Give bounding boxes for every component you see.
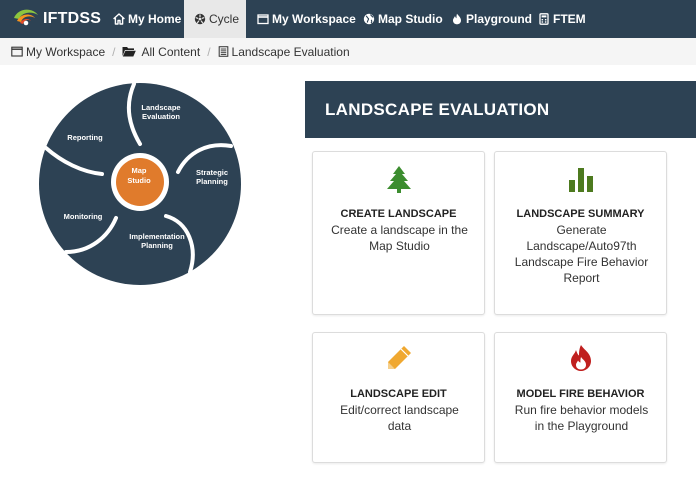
breadcrumb-label: My Workspace — [26, 44, 106, 59]
page-title: LANDSCAPE EVALUATION — [325, 99, 550, 119]
cycle-segment-reporting[interactable]: Reporting — [60, 133, 110, 142]
globe-icon — [362, 13, 375, 26]
card-create-landscape[interactable]: CREATE LANDSCAPE Create a landscape in t… — [312, 151, 485, 315]
card-title: MODEL FIRE BEHAVIOR — [516, 388, 645, 400]
card-description: Edit/correct landscape data — [340, 403, 459, 433]
nav-label: Map Studio — [378, 12, 443, 26]
card-description: Generate Landscape/Auto97th Landscape Fi… — [514, 223, 649, 285]
bar-chart-icon — [495, 164, 666, 196]
nav-map-studio[interactable]: Map Studio — [362, 0, 443, 38]
folder-open-icon — [122, 47, 137, 57]
brand-name: IFTDSS — [43, 10, 102, 27]
card-title: LANDSCAPE EDIT — [350, 388, 447, 400]
nav-label: FTEM — [553, 12, 586, 26]
breadcrumb-label: All Content — [141, 44, 201, 59]
nav-my-home[interactable]: My Home — [112, 0, 181, 38]
nav-label: Playground — [466, 12, 533, 26]
cycle-segment-landscape-evaluation[interactable]: Landscape Evaluation — [131, 103, 191, 121]
nav-playground[interactable]: Playground — [450, 0, 532, 38]
top-navbar: IFTDSS My Home Cycle My Workspace Map St… — [0, 0, 696, 38]
nav-ftem[interactable]: FTEM — [537, 0, 586, 38]
card-description: Create a landscape in the Map Studio — [331, 223, 468, 253]
document-icon — [218, 46, 228, 57]
card-landscape-summary[interactable]: LANDSCAPE SUMMARY Generate Landscape/Aut… — [494, 151, 667, 315]
fire-icon — [495, 343, 666, 375]
nav-cycle[interactable]: Cycle — [184, 0, 246, 38]
nav-label: Cycle — [209, 12, 240, 26]
cycle-icon — [194, 13, 206, 26]
window-icon — [256, 13, 269, 26]
calculator-icon — [537, 13, 550, 26]
breadcrumb-my-workspace[interactable]: My Workspace — [11, 45, 105, 59]
page-title-banner: LANDSCAPE EVALUATION — [305, 81, 696, 138]
cycle-diagram: Landscape Evaluation Strategic Planning … — [38, 82, 243, 287]
iftdss-logo-icon — [12, 6, 40, 33]
breadcrumb: My Workspace / All Content / Landscape E… — [0, 38, 696, 65]
cycle-center-map-studio[interactable]: Map Studio — [120, 166, 158, 186]
home-icon — [112, 13, 125, 26]
window-icon — [11, 46, 23, 57]
breadcrumb-label: Landscape Evaluation — [231, 44, 350, 59]
breadcrumb-separator: / — [207, 44, 211, 59]
breadcrumb-separator: / — [112, 44, 116, 59]
card-title: CREATE LANDSCAPE — [340, 208, 457, 220]
breadcrumb-all-content[interactable]: All Content — [122, 45, 200, 59]
cycle-segment-implementation-planning[interactable]: Implementation Planning — [128, 232, 186, 250]
card-title: LANDSCAPE SUMMARY — [516, 208, 645, 220]
nav-label: My Home — [128, 12, 182, 26]
card-landscape-edit[interactable]: LANDSCAPE EDIT Edit/correct landscape da… — [312, 332, 485, 463]
tree-icon — [313, 164, 484, 196]
card-description: Run fire behavior models in the Playgrou… — [514, 403, 649, 433]
fire-icon — [450, 13, 463, 26]
pencil-icon — [313, 343, 484, 375]
card-model-fire-behavior[interactable]: MODEL FIRE BEHAVIOR Run fire behavior mo… — [494, 332, 667, 463]
cycle-segment-monitoring[interactable]: Monitoring — [58, 212, 108, 221]
brand[interactable]: IFTDSS — [12, 7, 101, 31]
cycle-segment-strategic-planning[interactable]: Strategic Planning — [188, 168, 236, 186]
breadcrumb-landscape-evaluation: Landscape Evaluation — [218, 45, 350, 59]
nav-label: My Workspace — [272, 12, 356, 26]
nav-my-workspace[interactable]: My Workspace — [256, 0, 356, 38]
